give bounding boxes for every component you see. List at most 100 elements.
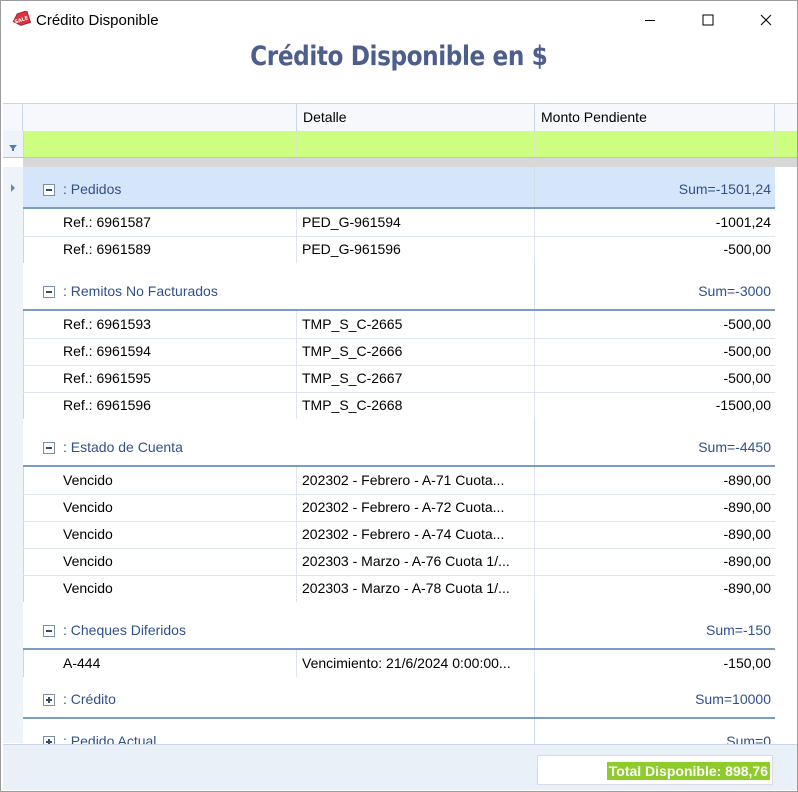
table-row[interactable]: Ref.: 6961595 TMP_S_C-2667 -500,00	[23, 365, 775, 393]
credit-grid[interactable]: Detalle Monto Pendiente : Pedidos Sum=-15…	[3, 103, 797, 761]
total-available: Total Disponible: 898,76	[606, 762, 770, 780]
page-heading: Crédito Disponible en $	[1, 39, 797, 101]
reference-cell: Vencido	[43, 575, 297, 602]
detail-cell: 202302 - Febrero - A-72 Cuota...	[297, 494, 535, 521]
filter-row	[3, 131, 797, 158]
title-bar: SALE Crédito Disponible	[1, 1, 797, 39]
group-divider	[534, 167, 535, 207]
window-title: Crédito Disponible	[36, 12, 159, 29]
detail-cell: 202302 - Febrero - A-74 Cuota...	[297, 521, 535, 548]
reference-cell: Ref.: 6961595	[43, 365, 297, 392]
table-row[interactable]: Vencido 202302 - Febrero - A-72 Cuota... -…	[23, 494, 775, 522]
group-label: : Pedidos	[63, 181, 122, 197]
table-row[interactable]: Vencido 202303 - Marzo - A-76 Cuota 1/...…	[23, 548, 775, 576]
grid-footer: Total Disponible: 898,76	[3, 744, 797, 790]
reference-cell: Vencido	[43, 521, 297, 548]
group-sum: Sum=-4450	[698, 439, 771, 455]
collapse-icon[interactable]	[43, 625, 55, 637]
group-row[interactable]: : Cheques Diferidos Sum=-150	[23, 602, 775, 650]
detail-cell: 202302 - Febrero - A-71 Cuota...	[297, 467, 535, 494]
page-title: Crédito Disponible en $	[250, 41, 548, 72]
reference-cell: Vencido	[43, 467, 297, 494]
sale-tag-icon: SALE	[12, 11, 31, 26]
close-button[interactable]	[743, 1, 789, 39]
column-header-reference[interactable]	[23, 104, 297, 131]
amount-cell: -500,00	[723, 316, 771, 332]
column-header-detail[interactable]: Detalle	[297, 104, 535, 131]
amount-cell: -500,00	[723, 370, 771, 386]
detail-cell: Vencimiento: 21/6/2024 0:00:00...	[297, 650, 535, 677]
group-row[interactable]: : Pedidos Sum=-1501,24	[23, 167, 775, 209]
maximize-button[interactable]	[685, 1, 731, 39]
reference-cell: Ref.: 6961593	[43, 311, 297, 338]
expand-icon[interactable]	[43, 694, 55, 706]
group-sum: Sum=-3000	[698, 283, 771, 299]
group-sum: Sum=10000	[695, 691, 771, 707]
group-row[interactable]: : Remitos No Facturados Sum=-3000	[23, 263, 775, 311]
group-sum: Sum=-1501,24	[678, 181, 771, 197]
reference-cell: Ref.: 6961594	[43, 338, 297, 365]
table-row[interactable]: Ref.: 6961593 TMP_S_C-2665 -500,00	[23, 311, 775, 339]
group-sum: Sum=-150	[706, 622, 771, 638]
current-row-arrow-icon	[11, 184, 15, 192]
detail-cell: TMP_S_C-2666	[297, 338, 535, 365]
table-row[interactable]: Ref.: 6961596 TMP_S_C-2668 -1500,00	[23, 392, 775, 420]
amount-cell: -890,00	[723, 499, 771, 515]
scroll-gutter	[775, 167, 797, 743]
group-label: : Crédito	[63, 691, 116, 707]
reference-cell: Ref.: 6961587	[43, 209, 297, 236]
table-row[interactable]: Ref.: 6961587 PED_G-961594 -1001,24	[23, 209, 775, 237]
group-label: : Estado de Cuenta	[63, 439, 183, 455]
minimize-icon	[645, 20, 655, 21]
detail-cell: 202303 - Marzo - A-76 Cuota 1/...	[297, 548, 535, 575]
total-box: Total Disponible: 898,76	[537, 755, 773, 785]
row-indicator-column	[3, 167, 24, 743]
header-indicator-cell	[3, 104, 23, 131]
credit-window: SALE Crédito Disponible Crédito Disponib…	[0, 0, 798, 792]
amount-cell: -500,00	[723, 343, 771, 359]
group-label: : Cheques Diferidos	[63, 622, 186, 638]
table-row[interactable]: Ref.: 6961594 TMP_S_C-2666 -500,00	[23, 338, 775, 366]
detail-cell: 202303 - Marzo - A-78 Cuota 1/...	[297, 575, 535, 602]
collapse-icon[interactable]	[43, 286, 55, 298]
reference-cell: Ref.: 6961596	[43, 392, 297, 419]
maximize-icon	[702, 14, 714, 26]
group-divider	[534, 677, 535, 717]
amount-cell: -1001,24	[715, 214, 771, 230]
detail-cell: PED_G-961596	[297, 236, 535, 263]
group-divider	[534, 419, 535, 465]
detail-cell: TMP_S_C-2667	[297, 365, 535, 392]
table-row[interactable]: Vencido 202302 - Febrero - A-71 Cuota... -…	[23, 467, 775, 495]
group-row[interactable]: : Crédito Sum=10000	[23, 677, 775, 719]
reference-cell: A-444	[43, 650, 297, 677]
reference-cell: Ref.: 6961589	[43, 236, 297, 263]
table-row[interactable]: Vencido 202303 - Marzo - A-78 Cuota 1/...…	[23, 575, 775, 603]
amount-cell: -890,00	[723, 472, 771, 488]
amount-cell: -890,00	[723, 526, 771, 542]
table-row[interactable]: Ref.: 6961589 PED_G-961596 -500,00	[23, 236, 775, 264]
filter-icon	[9, 145, 17, 151]
group-divider	[534, 602, 535, 648]
column-header-amount[interactable]: Monto Pendiente	[535, 104, 775, 131]
collapse-icon[interactable]	[43, 442, 55, 454]
reference-cell: Vencido	[43, 548, 297, 575]
group-row[interactable]: : Estado de Cuenta Sum=-4450	[23, 419, 775, 467]
minimize-button[interactable]	[627, 1, 673, 39]
detail-cell: TMP_S_C-2665	[297, 311, 535, 338]
group-divider	[534, 263, 535, 309]
amount-cell: -890,00	[723, 553, 771, 569]
group-label: : Remitos No Facturados	[63, 283, 218, 299]
filter-cell-detail[interactable]	[297, 131, 535, 157]
detail-cell: PED_G-961594	[297, 209, 535, 236]
amount-cell: -150,00	[723, 655, 771, 671]
table-row[interactable]: Vencido 202302 - Febrero - A-74 Cuota... -…	[23, 521, 775, 549]
close-icon	[760, 14, 772, 26]
table-row[interactable]: A-444 Vencimiento: 21/6/2024 0:00:00... -1…	[23, 650, 775, 678]
detail-cell: TMP_S_C-2668	[297, 392, 535, 419]
filter-cell-amount[interactable]	[535, 131, 775, 157]
filter-indicator	[3, 131, 24, 157]
collapse-icon[interactable]	[43, 184, 55, 196]
reference-cell: Vencido	[43, 494, 297, 521]
filter-cell-reference[interactable]	[23, 131, 297, 157]
amount-cell: -890,00	[723, 580, 771, 596]
